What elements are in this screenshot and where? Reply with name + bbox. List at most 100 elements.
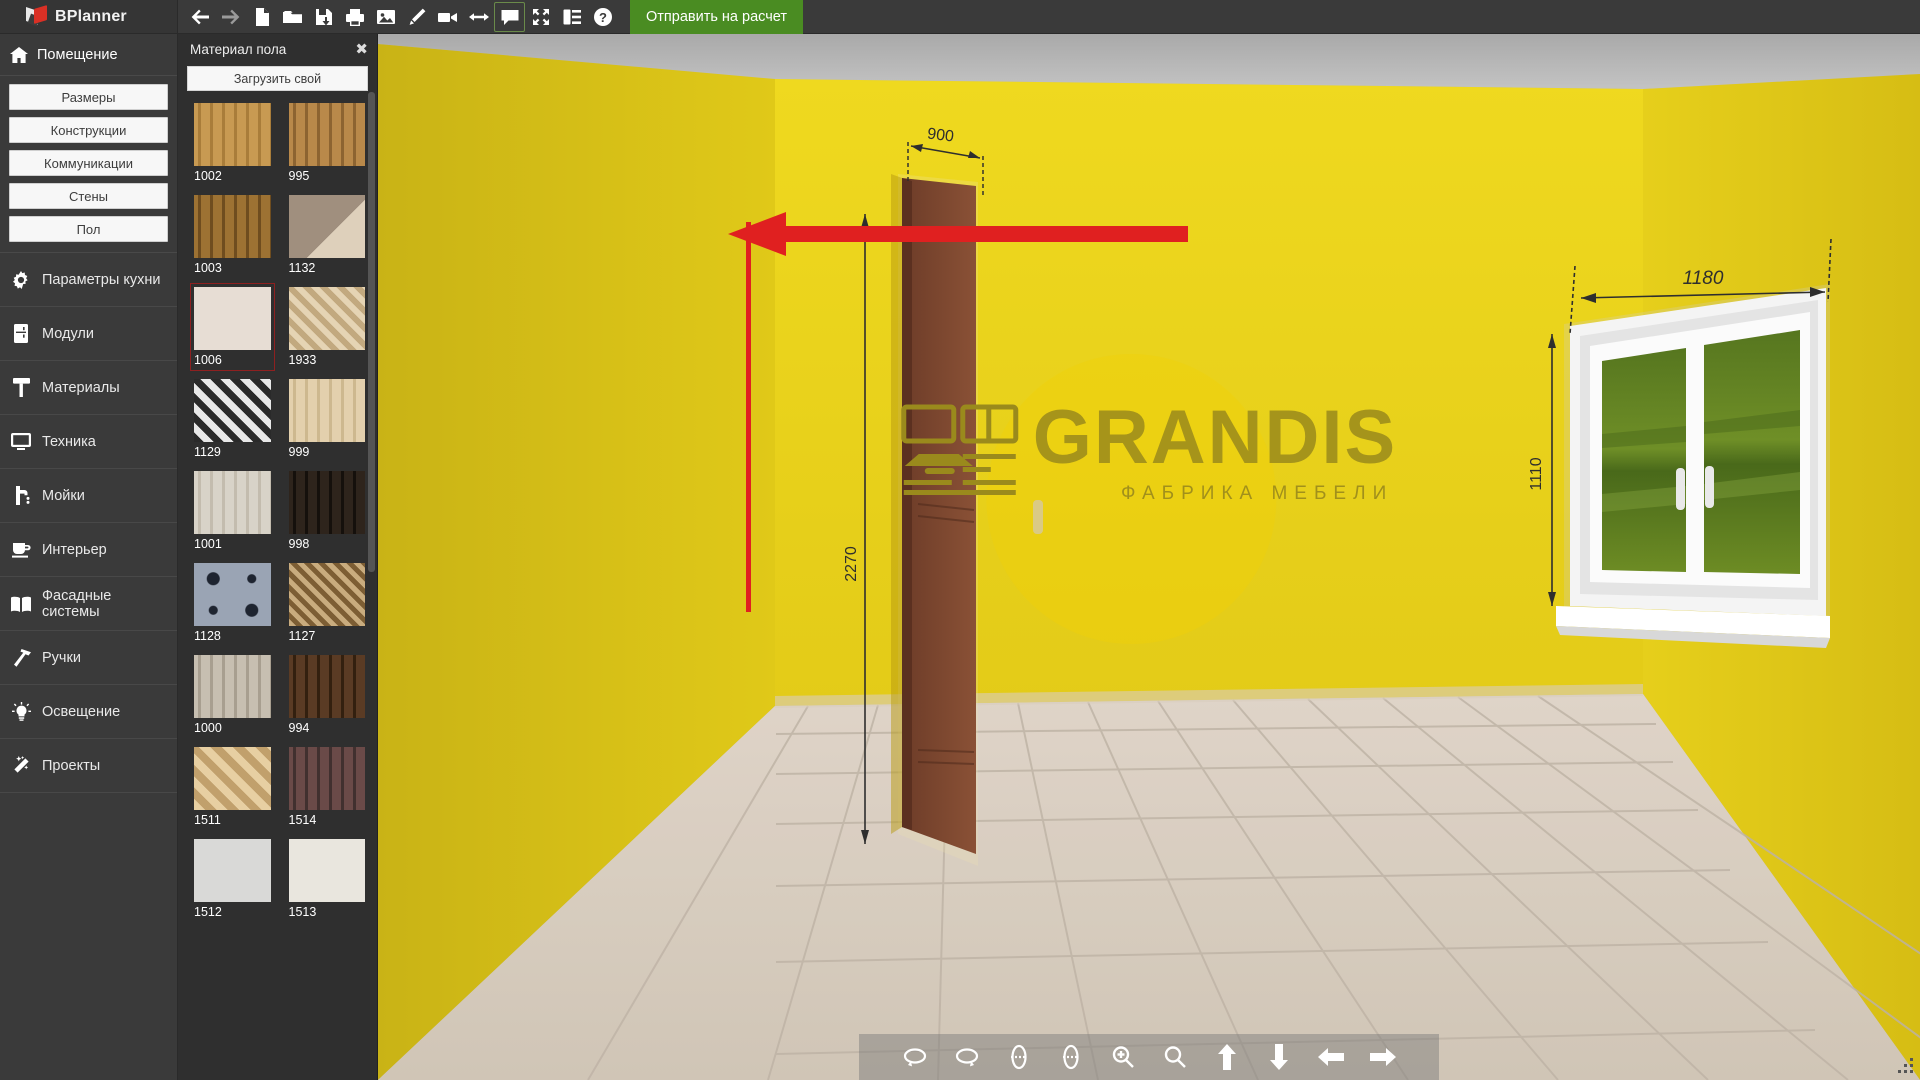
new-file-icon[interactable] — [246, 2, 277, 32]
swatch-1128[interactable]: 1128 — [190, 559, 275, 647]
sidebar-item-projects[interactable]: Проекты — [0, 739, 177, 793]
swatch-999[interactable]: 999 — [285, 375, 370, 463]
swatch-1129[interactable]: 1129 — [190, 375, 275, 463]
move-right-icon[interactable] — [1366, 1040, 1400, 1074]
list-icon[interactable] — [556, 2, 587, 32]
monitor-icon — [11, 433, 31, 450]
sidebar-item-sinks[interactable]: Мойки — [0, 469, 177, 523]
open-folder-icon[interactable] — [277, 2, 308, 32]
swatch-label: 1127 — [288, 629, 316, 643]
swatch-label: 1514 — [288, 813, 317, 827]
forward-arrow-icon[interactable] — [215, 2, 246, 32]
bplanner-logo-icon — [26, 4, 48, 28]
swatch-label: 999 — [288, 445, 310, 459]
swatch-1511[interactable]: 1511 — [190, 743, 275, 831]
fullscreen-icon[interactable] — [525, 2, 556, 32]
sidebar-label: Фасадные системы — [42, 587, 112, 620]
sidebar-item-lighting[interactable]: Освещение — [0, 685, 177, 739]
comment-icon[interactable] — [494, 1, 525, 32]
swatch-thumbnail — [288, 839, 365, 902]
tilt-up-icon[interactable] — [1002, 1040, 1036, 1074]
sidebar-item-facade-systems[interactable]: Фасадные системы — [0, 577, 177, 631]
pencil-icon[interactable] — [401, 2, 432, 32]
sidebar-item-modules[interactable]: Модули — [0, 307, 177, 361]
rotate-left-icon[interactable] — [898, 1040, 932, 1074]
sidebar-label: Интерьер — [42, 541, 107, 558]
annotation-vertical-line — [746, 222, 751, 612]
swatch-label: 1003 — [194, 261, 222, 275]
swatch-label: 1002 — [194, 169, 222, 183]
room-sub-floor[interactable]: Пол — [9, 216, 168, 242]
swatch-thumbnail — [194, 655, 271, 718]
swatch-1002[interactable]: 1002 — [190, 99, 275, 187]
zoom-out-icon[interactable] — [1158, 1040, 1192, 1074]
move-up-icon[interactable] — [1210, 1040, 1244, 1074]
room-subbuttons: Размеры Конструкции Коммуникации Стены П… — [0, 76, 177, 253]
sidebar-item-materials[interactable]: Материалы — [0, 361, 177, 415]
swatch-1003[interactable]: 1003 — [190, 191, 275, 279]
brand-logo-area: BPlanner — [0, 0, 178, 33]
send-to-calculation-button[interactable]: Отправить на расчет — [630, 0, 804, 34]
swatch-thumbnail — [194, 379, 271, 442]
swatch-thumbnail — [288, 655, 365, 718]
main-body: Помещение Размеры Конструкции Коммуникац… — [0, 34, 1920, 1080]
magic-wand-icon — [11, 756, 31, 775]
swatch-thumbnail — [288, 195, 365, 258]
swatch-thumbnail — [194, 747, 271, 810]
cabinet-icon — [11, 324, 31, 343]
swatch-1514[interactable]: 1514 — [285, 743, 370, 831]
close-icon[interactable]: ✖ — [355, 42, 368, 57]
swatch-1513[interactable]: 1513 — [285, 835, 370, 923]
room-render: 900 2270 1180 1110 — [378, 34, 1920, 1080]
sidebar-item-kitchen-params[interactable]: Параметры кухни — [0, 253, 177, 307]
resize-handle-icon[interactable] — [1898, 1058, 1914, 1074]
dim-window-width: 1180 — [1683, 268, 1724, 289]
sidebar-item-handles[interactable]: Ручки — [0, 631, 177, 685]
swatch-thumbnail — [194, 563, 271, 626]
zoom-in-icon[interactable] — [1106, 1040, 1140, 1074]
swatch-thumbnail — [194, 287, 271, 350]
tilt-down-icon[interactable] — [1054, 1040, 1088, 1074]
3d-viewport[interactable]: 900 2270 1180 1110 GRANDIS ФАБРИКА МЕБЕЛ… — [378, 34, 1920, 1080]
swatch-1001[interactable]: 1001 — [190, 467, 275, 555]
sidebar-item-interior[interactable]: Интерьер — [0, 523, 177, 577]
room-sub-constructions[interactable]: Конструкции — [9, 117, 168, 143]
swatch-1512[interactable]: 1512 — [190, 835, 275, 923]
print-icon[interactable] — [339, 2, 370, 32]
panel-title: Материал пола — [190, 41, 287, 57]
back-arrow-icon[interactable] — [184, 2, 215, 32]
room-sub-walls[interactable]: Стены — [9, 183, 168, 209]
swatch-label: 994 — [288, 721, 310, 735]
cup-icon — [11, 542, 31, 558]
top-toolbar: BPlanner ? Отправить на расчет — [0, 0, 1920, 34]
swatch-1006[interactable]: 1006 — [190, 283, 275, 371]
faucet-icon — [11, 486, 31, 505]
book-icon — [11, 596, 31, 612]
sidebar-item-appliances[interactable]: Техника — [0, 415, 177, 469]
upload-own-button[interactable]: Загрузить свой — [187, 66, 368, 91]
room-sub-dimensions[interactable]: Размеры — [9, 84, 168, 110]
swatch-995[interactable]: 995 — [285, 99, 370, 187]
help-icon[interactable]: ? — [587, 2, 618, 32]
move-left-icon[interactable] — [1314, 1040, 1348, 1074]
scrollbar-thumb[interactable] — [368, 92, 375, 572]
arrows-horizontal-icon[interactable] — [463, 2, 494, 32]
rotate-right-icon[interactable] — [950, 1040, 984, 1074]
panel-scrollbar[interactable] — [368, 92, 375, 1080]
sidebar-item-room[interactable]: Помещение — [0, 34, 177, 76]
swatch-label: 1000 — [194, 721, 222, 735]
image-icon[interactable] — [370, 2, 401, 32]
sidebar-label: Ручки — [42, 649, 81, 666]
swatch-1933[interactable]: 1933 — [285, 283, 370, 371]
swatch-1132[interactable]: 1132 — [285, 191, 370, 279]
swatch-998[interactable]: 998 — [285, 467, 370, 555]
move-down-icon[interactable] — [1262, 1040, 1296, 1074]
room-sub-communications[interactable]: Коммуникации — [9, 150, 168, 176]
swatch-1127[interactable]: 1127 — [285, 559, 370, 647]
dim-door-height: 2270 — [843, 546, 860, 582]
video-camera-icon[interactable] — [432, 2, 463, 32]
swatch-994[interactable]: 994 — [285, 651, 370, 739]
save-icon[interactable] — [308, 2, 339, 32]
swatch-1000[interactable]: 1000 — [190, 651, 275, 739]
sidebar-label: Модули — [42, 325, 94, 342]
